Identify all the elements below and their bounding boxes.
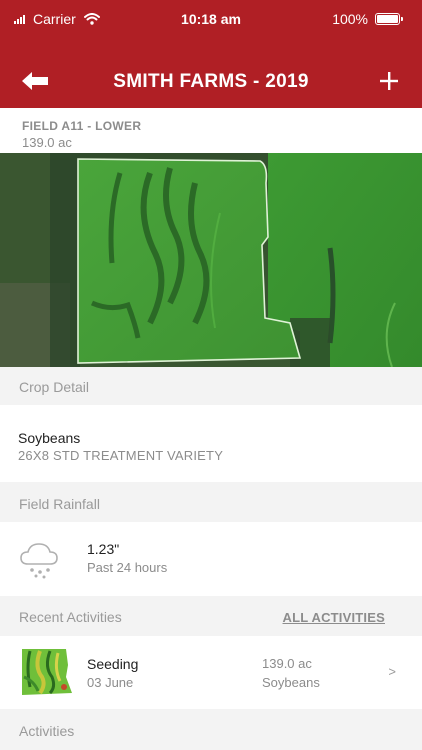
crop-detail-label: Crop Detail [19,379,90,395]
crop-name: Soybeans [18,430,81,446]
field-satellite-map[interactable] [0,153,422,367]
rain-cloud-icon [20,543,58,579]
chevron-right-icon[interactable]: > [388,664,396,679]
battery-icon [375,13,403,25]
activity-acres: 139.0 ac [262,656,312,671]
activity-field-thumbnail [20,647,74,697]
status-right: 100% [332,11,403,27]
rainfall-period: Past 24 hours [87,560,168,575]
page-title: SMITH FARMS - 2019 [113,71,309,92]
rainfall-row: 1.23" Past 24 hours [0,522,422,596]
activities-label: Activities [19,723,75,739]
battery-percent: 100% [332,11,368,27]
field-header: FIELD A11 - LOWER 139.0 ac [0,108,422,153]
plus-icon[interactable] [378,70,400,92]
field-acres: 139.0 ac [22,135,72,150]
recent-activities-header: Recent Activities ALL ACTIVITIES [0,596,422,636]
rainfall-amount: 1.23" [87,541,120,557]
crop-detail-row[interactable]: Soybeans 26X8 STD TREATMENT VARIETY [0,405,422,482]
activity-crop: Soybeans [262,675,320,690]
all-activities-link[interactable]: ALL ACTIVITIES [283,610,385,625]
field-rainfall-label: Field Rainfall [19,496,100,512]
crop-detail-header: Crop Detail [0,367,422,405]
field-rainfall-header: Field Rainfall [0,482,422,522]
navigation-bar: SMITH FARMS - 2019 [0,38,422,108]
status-bar: Carrier 10:18 am 100% [0,0,422,38]
field-name: FIELD A11 - LOWER [22,119,142,133]
activity-date: 03 June [87,675,134,690]
recent-activities-label: Recent Activities [19,609,122,625]
crop-variety: 26X8 STD TREATMENT VARIETY [18,448,224,463]
activity-row[interactable]: Seeding 03 June 139.0 ac Soybeans > [0,636,422,709]
activities-header: Activities [0,709,422,750]
activity-name: Seeding [87,656,139,672]
